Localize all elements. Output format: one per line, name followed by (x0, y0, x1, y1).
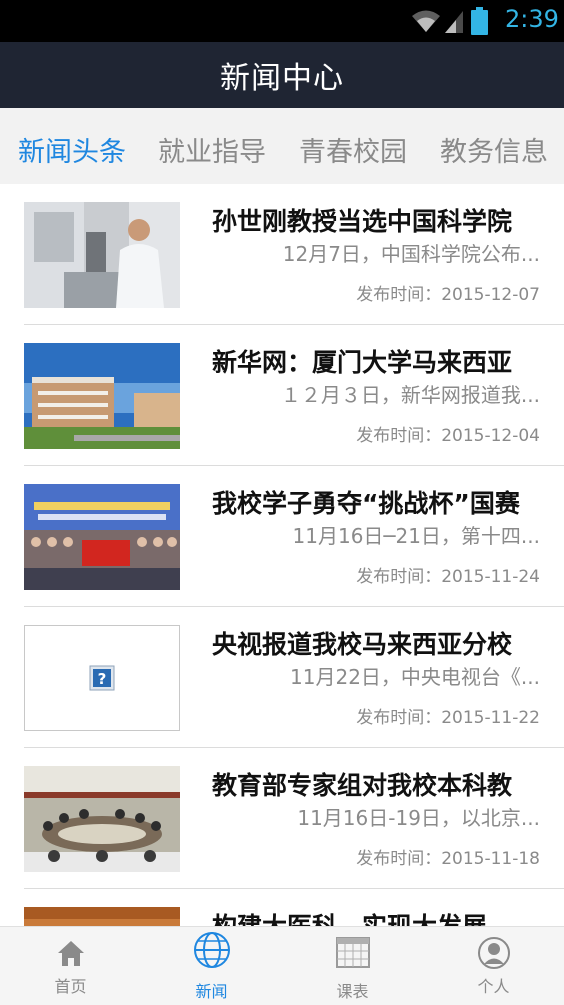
news-date: 发布时间：2015-11-24 (356, 567, 540, 587)
news-summary: 11月22日，中央电视台《... (290, 665, 540, 689)
nav-home[interactable]: 首页 (0, 927, 141, 1005)
battery-icon (471, 7, 488, 35)
tab-campus-life[interactable]: 青春校园 (299, 130, 407, 169)
nav-profile-label: 个人 (477, 977, 510, 996)
news-headline[interactable]: 孙世刚教授当选中国科学院 (212, 202, 540, 240)
status-bar: 2:39 (0, 0, 564, 42)
news-date: 发布时间：2015-12-04 (356, 426, 540, 446)
tab-news-headlines[interactable]: 新闻头条 (18, 130, 126, 169)
news-item[interactable]: 我校学子勇夺“挑战杯”国赛 11月16日─21日，第十四... 发布时间：201… (0, 466, 564, 607)
news-date: 发布时间：2015-11-22 (356, 708, 540, 728)
news-item[interactable]: 孙世刚教授当选中国科学院 12月7日，中国科学院公布... 发布时间：2015-… (0, 184, 564, 325)
news-headline[interactable]: 我校学子勇夺“挑战杯”国赛 (212, 484, 540, 522)
news-item[interactable]: 教育部专家组对我校本科教 11月16日-19日，以北京... 发布时间：2015… (0, 748, 564, 889)
news-summary: 11月16日─21日，第十四... (292, 524, 540, 548)
nav-news[interactable]: 新闻 (141, 927, 282, 1005)
signal-icon (445, 11, 463, 33)
wifi-icon (412, 10, 440, 32)
news-summary: 11月16日-19日，以北京... (297, 806, 540, 830)
news-item[interactable]: ? 央视报道我校马来西亚分校 11月22日，中央电视台《... 发布时间：201… (0, 607, 564, 748)
nav-home-label: 首页 (54, 977, 87, 996)
person-icon (477, 937, 510, 969)
news-list[interactable]: 孙世刚教授当选中国科学院 12月7日，中国科学院公布... 发布时间：2015-… (0, 184, 564, 926)
nav-profile[interactable]: 个人 (423, 927, 564, 1005)
calendar-icon (335, 937, 370, 968)
news-summary: １２月３日，新华网报道我... (280, 383, 540, 407)
news-headline[interactable]: 央视报道我校马来西亚分校 (212, 625, 540, 663)
news-headline[interactable]: 构建大医科，实现大发展 (212, 907, 540, 926)
news-item[interactable]: 构建大医科，实现大发展 (0, 889, 564, 926)
status-time: 2:39 (505, 5, 559, 33)
news-headline[interactable]: 新华网：厦门大学马来西亚 (212, 343, 540, 381)
news-headline[interactable]: 教育部专家组对我校本科教 (212, 766, 540, 804)
news-thumbnail: ? (24, 625, 180, 731)
tab-academic-affairs[interactable]: 教务信息 (440, 130, 548, 169)
news-date: 发布时间：2015-12-07 (356, 285, 540, 305)
news-thumbnail (24, 202, 180, 308)
app-header: 新闻中心 (0, 42, 564, 108)
globe-icon (193, 932, 230, 968)
news-thumbnail (24, 766, 180, 872)
news-thumbnail (24, 484, 180, 590)
nav-news-label: 新闻 (195, 982, 228, 1001)
news-date: 发布时间：2015-11-18 (356, 849, 540, 869)
bottom-nav: 首页 新闻 课表 个人 (0, 926, 564, 1005)
nav-schedule-label: 课表 (336, 982, 369, 1001)
news-item[interactable]: 新华网：厦门大学马来西亚 １２月３日，新华网报道我... 发布时间：2015-1… (0, 325, 564, 466)
page-title: 新闻中心 (220, 61, 344, 96)
news-summary: 12月7日，中国科学院公布... (282, 242, 540, 266)
nav-schedule[interactable]: 课表 (282, 927, 423, 1005)
news-thumbnail (24, 343, 180, 449)
category-tabs: 新闻头条 就业指导 青春校园 教务信息 (0, 108, 564, 184)
svg-text:?: ? (98, 670, 107, 688)
home-icon (57, 941, 84, 966)
tab-career-guidance[interactable]: 就业指导 (158, 130, 266, 169)
news-thumbnail (24, 907, 180, 926)
